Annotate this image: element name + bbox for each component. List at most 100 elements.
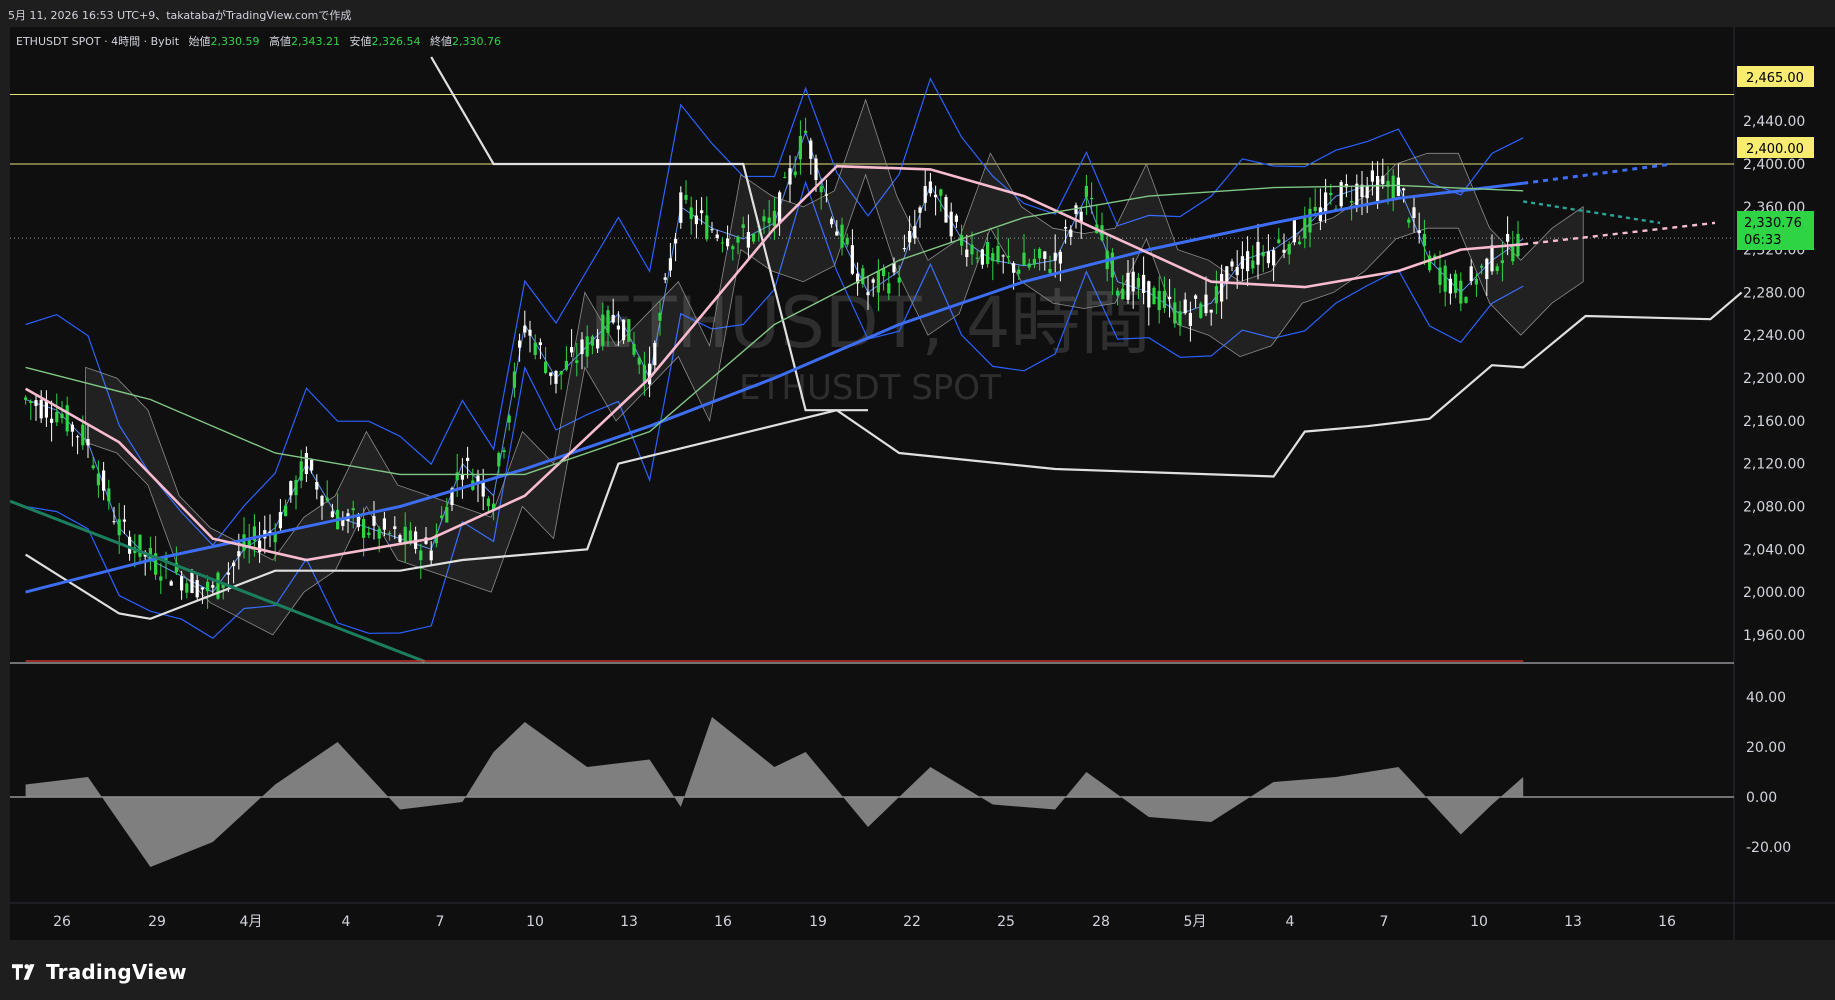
candle-body (117, 519, 121, 536)
candle-body (466, 457, 470, 461)
candle-body (887, 283, 891, 294)
candle-body (1214, 286, 1218, 304)
candle-body (830, 218, 834, 225)
candle-body (892, 262, 896, 273)
candle-body (237, 551, 241, 557)
candle-body (445, 506, 449, 523)
badge-level-high: 2,465.00 (1737, 66, 1814, 87)
candle-body (684, 194, 688, 200)
price-tick-label: 2,280.00 (1743, 285, 1805, 301)
candle-body (159, 576, 163, 581)
snapshot-caption: 5月 11, 2026 16:53 UTC+9、takatabaがTrading… (8, 9, 352, 22)
candle-body (746, 231, 750, 248)
candle-body (762, 216, 766, 222)
candle-body (720, 242, 724, 244)
candle-body (996, 245, 1000, 262)
price-tick-label: 2,000.00 (1743, 585, 1805, 601)
candle-body (866, 292, 870, 296)
candle-body (913, 226, 917, 239)
candle-body (1495, 266, 1499, 271)
candle-body (393, 526, 397, 529)
candle-body (1136, 277, 1140, 288)
candle-body (1266, 251, 1270, 264)
candle-body (538, 342, 542, 346)
time-tick-label: 4 (1286, 914, 1295, 930)
candle-body (986, 241, 990, 265)
candle-body (486, 498, 490, 507)
candle-body (1152, 287, 1156, 305)
badge-countdown-text: 06:33 (1744, 233, 1781, 248)
candle-body (1381, 175, 1385, 184)
candle-body (533, 342, 537, 355)
candle-body (284, 505, 288, 517)
legend-high-label: 高値 (269, 34, 291, 48)
candle-body (783, 177, 787, 179)
candle-body (325, 497, 329, 501)
candle-body (1027, 263, 1031, 268)
candle-body (1438, 267, 1442, 285)
candle-body (965, 249, 969, 258)
candle-body (1038, 248, 1042, 259)
badge-last-price-text: 2,330.76 (1744, 216, 1802, 231)
candle-body (185, 583, 189, 593)
candle-body (512, 371, 516, 388)
time-tick-label: 10 (1470, 914, 1488, 930)
tradingview-logo[interactable]: TradingView (12, 960, 187, 984)
candle-body (76, 436, 80, 438)
candle-body (1147, 281, 1151, 308)
candle-body (980, 249, 984, 265)
candle-body (1162, 290, 1166, 308)
candle-body (850, 245, 854, 274)
candle-body (1459, 280, 1463, 304)
candle-body (601, 314, 605, 346)
candle-body (1391, 175, 1395, 199)
candle-body (580, 339, 584, 355)
candle-body (1116, 290, 1120, 296)
candle-body (788, 168, 792, 185)
candle-body (1396, 177, 1400, 196)
candle-body (627, 319, 631, 342)
candle-body (1350, 201, 1354, 203)
time-tick-label: 10 (526, 914, 544, 930)
candle-body (642, 365, 646, 383)
candle-body (1329, 192, 1333, 196)
candle-body (1090, 197, 1094, 200)
time-tick-label: 5月 (1184, 914, 1207, 930)
candle-body (1428, 255, 1432, 271)
candle-body (81, 424, 85, 446)
candle-body (934, 194, 938, 198)
candle-body (1355, 183, 1359, 205)
candle-body (128, 536, 132, 554)
candle-body (60, 413, 64, 419)
candle-body (991, 253, 995, 262)
candle-body (804, 130, 808, 133)
candle-body (388, 532, 392, 534)
candle-body (1282, 249, 1286, 253)
time-tick-label: 16 (1658, 914, 1676, 930)
candle-body (1246, 251, 1250, 272)
price-tick-label: 2,040.00 (1743, 542, 1805, 558)
candle-body (632, 343, 636, 355)
candle-body (1121, 288, 1125, 300)
candle-body (1168, 296, 1172, 300)
candle-body (798, 135, 802, 160)
candle-body (455, 472, 459, 481)
price-chart[interactable]: ETHUSDT, 4時間 ETHUSDT SPOT 40.0020.000.00… (0, 27, 1835, 942)
candle-body (689, 207, 693, 219)
candle-body (726, 238, 730, 247)
candle-body (1303, 216, 1307, 239)
candle-body (663, 277, 667, 280)
candle-body (1292, 220, 1296, 243)
candle-body (242, 534, 246, 551)
candle-body (1256, 241, 1260, 265)
candle-body (793, 171, 797, 176)
candle-body (741, 224, 745, 229)
candle-body (440, 515, 444, 518)
candle-body (1043, 251, 1047, 259)
candle-body (310, 459, 314, 471)
candle-body (330, 511, 334, 518)
candle-body (294, 480, 298, 496)
candle-body (1324, 192, 1328, 213)
candle-body (502, 450, 506, 453)
price-tick-label: 2,400.00 (1743, 157, 1805, 173)
